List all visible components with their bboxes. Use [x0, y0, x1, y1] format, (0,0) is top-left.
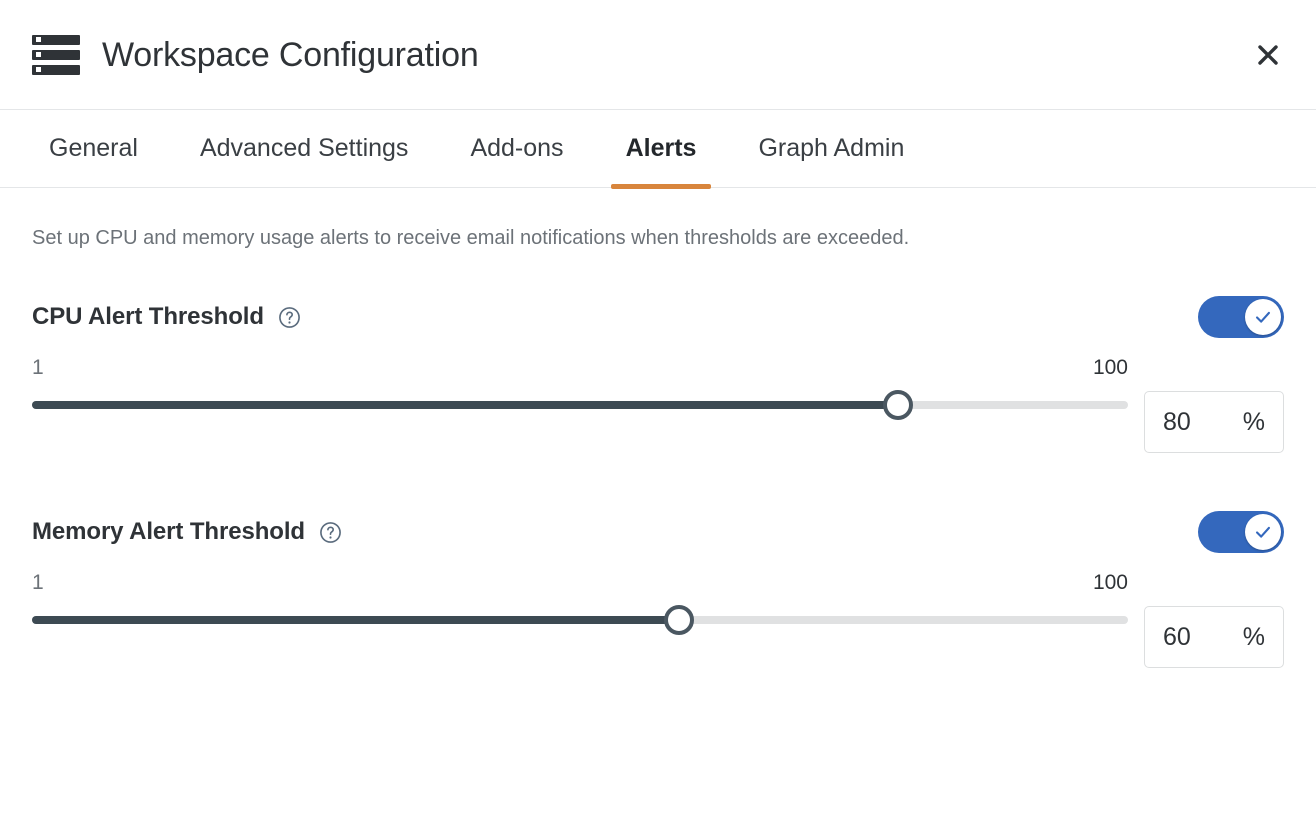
- memory-slider-thumb[interactable]: [663, 605, 694, 635]
- setting-memory-alert-threshold: Memory Alert Threshold 1 100 60 %: [32, 509, 1284, 668]
- tab-general[interactable]: General: [18, 110, 169, 187]
- slider-fill: [32, 616, 679, 624]
- tab-bar: General Advanced Settings Add-ons Alerts…: [0, 110, 1316, 189]
- workspace-configuration-dialog: Workspace Configuration General Advanced…: [0, 0, 1316, 814]
- tab-advanced-settings[interactable]: Advanced Settings: [169, 110, 439, 187]
- range-labels: 1 100: [32, 356, 1128, 380]
- slider-row: 1 100 %: [32, 569, 1284, 668]
- check-icon: [1252, 306, 1274, 328]
- alerts-panel: Set up CPU and memory usage alerts to re…: [0, 188, 1316, 814]
- cpu-value-unit: %: [1242, 407, 1265, 436]
- tab-add-ons[interactable]: Add-ons: [439, 110, 594, 187]
- dialog-header: Workspace Configuration: [0, 0, 1316, 110]
- memory-value-unit: %: [1242, 622, 1265, 651]
- close-button[interactable]: [1246, 33, 1290, 77]
- memory-slider-area: 1 100: [32, 569, 1128, 635]
- tab-alerts[interactable]: Alerts: [595, 110, 728, 189]
- server-stack-bar: [32, 64, 80, 75]
- memory-value-input[interactable]: [1163, 622, 1225, 652]
- range-max-label: 100: [1092, 571, 1128, 594]
- panel-description: Set up CPU and memory usage alerts to re…: [32, 227, 910, 249]
- setting-header: CPU Alert Threshold: [32, 294, 1284, 340]
- memory-slider[interactable]: [32, 605, 1128, 635]
- help-circle-icon[interactable]: [319, 521, 342, 544]
- help-circle-icon[interactable]: [278, 306, 301, 329]
- slider-row: 1 100 %: [32, 354, 1284, 453]
- setting-label: CPU Alert Threshold: [32, 303, 264, 330]
- slider-fill: [32, 401, 898, 409]
- toggle-knob: [1245, 299, 1281, 335]
- server-stack-bar: [32, 49, 80, 60]
- cpu-value-box[interactable]: %: [1144, 391, 1284, 453]
- cpu-alert-toggle[interactable]: [1198, 296, 1284, 338]
- range-min-label: 1: [32, 571, 44, 594]
- cpu-slider[interactable]: [32, 390, 1128, 420]
- setting-cpu-alert-threshold: CPU Alert Threshold 1 100 80 %: [32, 294, 1284, 453]
- cpu-value-input[interactable]: [1163, 407, 1225, 437]
- tab-graph-admin[interactable]: Graph Admin: [727, 110, 935, 187]
- setting-header: Memory Alert Threshold: [32, 509, 1284, 555]
- range-min-label: 1: [32, 356, 44, 379]
- cpu-slider-thumb[interactable]: [882, 390, 913, 420]
- toggle-knob: [1245, 514, 1281, 550]
- check-icon: [1252, 521, 1274, 543]
- range-labels: 1 100: [32, 571, 1128, 595]
- server-stack-bar: [32, 34, 80, 45]
- range-max-label: 100: [1092, 356, 1128, 379]
- memory-alert-toggle[interactable]: [1198, 511, 1284, 553]
- cpu-slider-area: 1 100: [32, 354, 1128, 420]
- page-title: Workspace Configuration: [102, 35, 479, 74]
- close-icon: [1254, 41, 1282, 69]
- setting-label: Memory Alert Threshold: [32, 518, 305, 545]
- server-stack-icon: [32, 34, 80, 75]
- memory-value-box[interactable]: %: [1144, 606, 1284, 668]
